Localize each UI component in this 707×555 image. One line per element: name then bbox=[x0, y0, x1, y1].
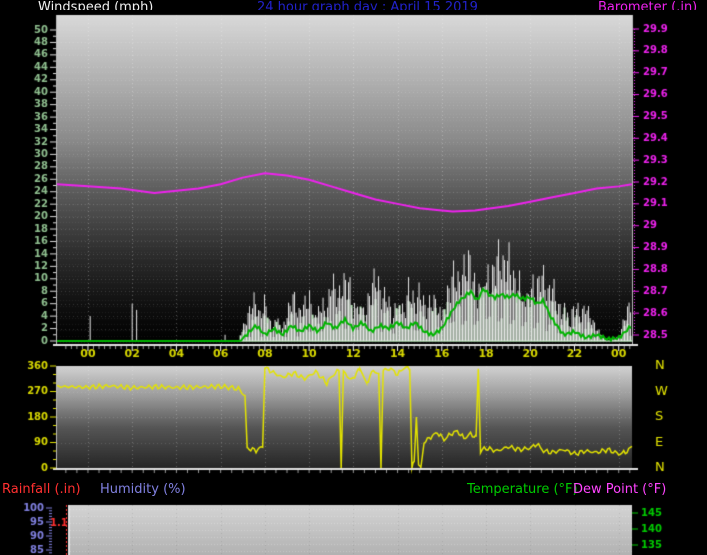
rainfall-humidity-temp-chart bbox=[0, 500, 707, 555]
dewpoint-title: Dew Point (°F) bbox=[573, 482, 667, 497]
temperature-title: Temperature (°F) bbox=[467, 482, 578, 497]
rainfall-title: Rainfall (.in) bbox=[2, 482, 81, 497]
weather-graph-screen: Windspeed (mph) 24 hour graph day : Apri… bbox=[0, 0, 707, 555]
wind-direction-chart bbox=[0, 358, 707, 480]
humidity-title: Humidity (%) bbox=[100, 482, 186, 497]
windspeed-barometer-chart bbox=[0, 10, 707, 362]
